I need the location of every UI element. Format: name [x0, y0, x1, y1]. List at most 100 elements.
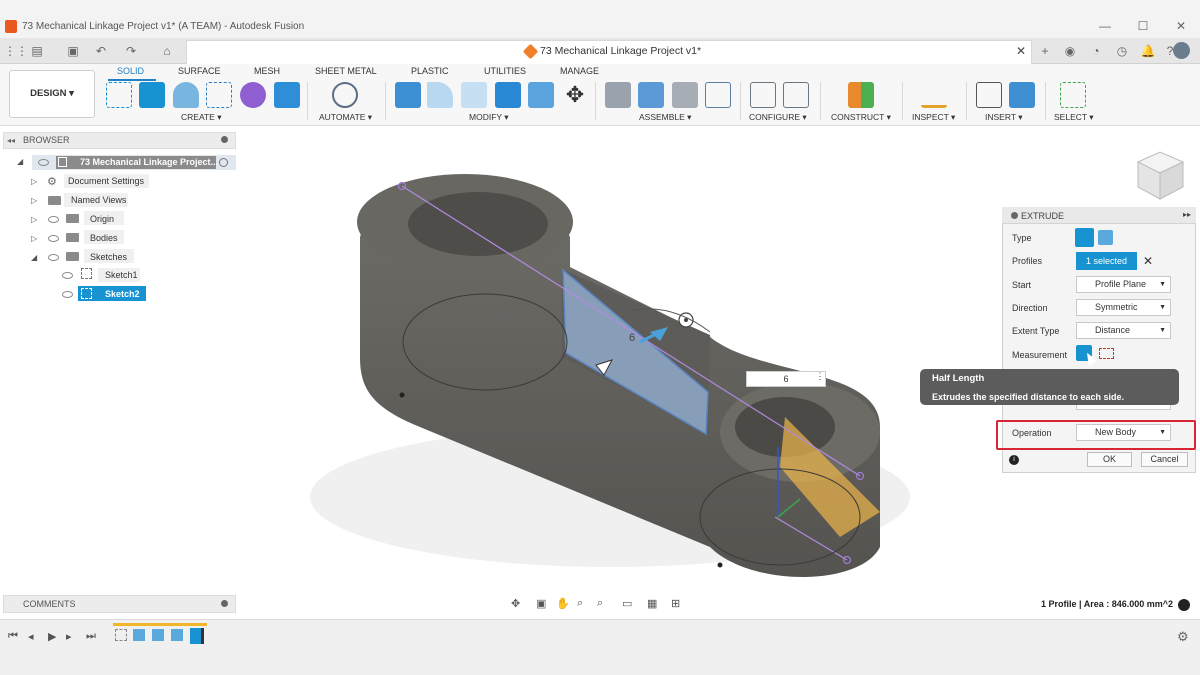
play-icon[interactable]: ▶	[48, 630, 56, 643]
home-icon[interactable]: ⌂	[159, 43, 175, 59]
redo-icon[interactable]: ↷	[123, 43, 139, 59]
whole-length-icon[interactable]	[1099, 348, 1114, 359]
timeline-extrude-icon[interactable]	[133, 629, 145, 641]
expand-arrow-icon[interactable]: ▷	[31, 234, 37, 243]
bill-of-materials-icon[interactable]	[705, 82, 731, 108]
automate-group-label[interactable]: AUTOMATE ▾	[319, 112, 372, 123]
step-forward-icon[interactable]: ▸	[66, 630, 72, 643]
configuration-table-icon[interactable]	[783, 82, 809, 108]
timeline-current-feature-icon[interactable]	[190, 628, 204, 644]
timeline-extrude-icon[interactable]	[171, 629, 183, 641]
file-menu-icon[interactable]: ▤	[29, 43, 45, 59]
modify-group-label[interactable]: MODIFY ▾	[469, 112, 509, 123]
user-avatar[interactable]	[1173, 42, 1190, 59]
maximize-icon[interactable]: ☐	[1132, 18, 1154, 34]
create-sketch-icon[interactable]	[106, 82, 132, 108]
timeline-settings-gear-icon[interactable]: ⚙	[1177, 629, 1189, 645]
offset-plane-icon[interactable]	[848, 82, 874, 108]
undo-icon[interactable]: ↶	[93, 43, 109, 59]
start-select[interactable]: Profile Plane ▼	[1076, 276, 1171, 293]
expand-arrow-icon[interactable]: ▷	[31, 177, 37, 186]
revolve-icon[interactable]	[173, 82, 199, 108]
configure-group-label[interactable]: CONFIGURE ▾	[749, 112, 807, 123]
visibility-eye-icon[interactable]	[48, 235, 59, 242]
insert-image-icon[interactable]	[1009, 82, 1035, 108]
cancel-button[interactable]: Cancel	[1141, 452, 1188, 467]
collapse-arrow-icon[interactable]: ◢	[17, 157, 23, 166]
tab-manage[interactable]: MANAGE	[560, 66, 599, 76]
collapse-browser-icon[interactable]: ◂◂	[7, 136, 15, 145]
expand-arrow-icon[interactable]: ▷	[31, 196, 37, 205]
timeline-extrude-icon[interactable]	[152, 629, 164, 641]
step-back-icon[interactable]: ◂	[28, 630, 34, 643]
tab-close-icon[interactable]: ✕	[1016, 44, 1026, 58]
tab-sheet-metal[interactable]: SHEET METAL	[315, 66, 377, 76]
extensions-icon[interactable]: ◉	[1062, 43, 1078, 59]
comments-pin-icon[interactable]	[221, 600, 228, 607]
construct-group-label[interactable]: CONSTRUCT ▾	[831, 112, 891, 123]
browser-node-bodies[interactable]: Bodies	[90, 233, 118, 243]
expand-arrow-icon[interactable]: ▷	[31, 215, 37, 224]
go-to-start-icon[interactable]: ⏮	[8, 630, 18, 643]
viewports-icon[interactable]: ⊞	[671, 597, 680, 610]
as-built-joint-icon[interactable]	[672, 82, 698, 108]
visibility-eye-icon[interactable]	[62, 291, 73, 298]
history-icon[interactable]: ◷	[1114, 43, 1130, 59]
save-icon[interactable]: ▣	[65, 43, 81, 59]
configure-icon[interactable]	[750, 82, 776, 108]
browser-node-document-settings[interactable]: Document Settings	[68, 176, 144, 186]
tab-mesh[interactable]: MESH	[254, 66, 280, 76]
create-group-label[interactable]: CREATE ▾	[181, 112, 221, 123]
browser-node-sketches[interactable]: Sketches	[90, 252, 127, 262]
timeline-sketch-icon[interactable]	[115, 629, 127, 641]
tab-utilities[interactable]: UTILITIES	[484, 66, 526, 76]
job-status-icon[interactable]: ◔	[1088, 43, 1104, 59]
visibility-eye-icon[interactable]	[48, 254, 59, 261]
ok-button[interactable]: OK	[1087, 452, 1132, 467]
workspace-switcher-button[interactable]: DESIGN ▾	[9, 70, 95, 118]
activate-radio-icon[interactable]	[219, 158, 228, 167]
tab-solid[interactable]: SOLID	[117, 66, 144, 76]
extrude-icon[interactable]	[139, 82, 165, 108]
new-component-icon[interactable]	[605, 82, 631, 108]
shell-icon[interactable]	[495, 82, 521, 108]
notifications-icon[interactable]: 🔔	[1140, 43, 1156, 59]
automate-icon[interactable]	[332, 82, 358, 108]
assemble-group-label[interactable]: ASSEMBLE ▾	[639, 112, 691, 123]
clear-selection-icon[interactable]: ✕	[1143, 254, 1153, 268]
visibility-eye-icon[interactable]	[48, 216, 59, 223]
visibility-eye-icon[interactable]	[62, 272, 73, 279]
form-icon[interactable]	[240, 82, 266, 108]
expand-dialog-icon[interactable]: ▸▸	[1183, 210, 1191, 219]
visibility-eye-icon[interactable]	[38, 159, 49, 166]
browser-node-origin[interactable]: Origin	[90, 214, 114, 224]
info-icon[interactable]: i	[1009, 455, 1019, 465]
new-tab-icon[interactable]: +	[1037, 43, 1053, 59]
tab-surface[interactable]: SURFACE	[178, 66, 221, 76]
browser-node-named-views[interactable]: Named Views	[71, 195, 126, 205]
type-thin-extrude-icon[interactable]	[1098, 230, 1113, 245]
extent-type-select[interactable]: Distance ▼	[1076, 322, 1171, 339]
close-icon[interactable]: ✕	[1170, 18, 1192, 34]
measure-icon[interactable]	[921, 82, 947, 108]
browser-node-sketch1[interactable]: Sketch1	[105, 270, 138, 280]
sweep-icon[interactable]	[206, 82, 232, 108]
browser-pin-icon[interactable]	[221, 136, 228, 143]
collapse-arrow-icon[interactable]: ◢	[31, 253, 37, 262]
insert-derive-icon[interactable]	[976, 82, 1002, 108]
joint-icon[interactable]	[638, 82, 664, 108]
minimize-icon[interactable]: —	[1094, 18, 1116, 34]
zoom-icon[interactable]: ⌕	[577, 597, 583, 610]
direction-select[interactable]: Symmetric ▼	[1076, 299, 1171, 316]
browser-node-sketch2[interactable]: Sketch2	[105, 289, 140, 299]
look-at-icon[interactable]: ▣	[536, 597, 546, 610]
display-settings-icon[interactable]: ▭	[622, 597, 632, 610]
type-extrude-icon[interactable]	[1075, 228, 1094, 247]
press-pull-icon[interactable]	[395, 82, 421, 108]
box-icon[interactable]	[274, 82, 300, 108]
input-options-icon[interactable]: ⋮	[814, 371, 826, 387]
inspect-group-label[interactable]: INSPECT ▾	[912, 112, 955, 123]
tab-plastic[interactable]: PLASTIC	[411, 66, 449, 76]
insert-group-label[interactable]: INSERT ▾	[985, 112, 1023, 123]
combine-icon[interactable]	[528, 82, 554, 108]
